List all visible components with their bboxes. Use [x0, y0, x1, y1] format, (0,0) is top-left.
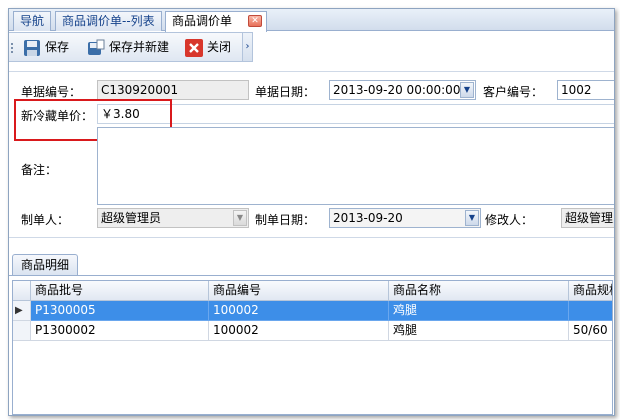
chevron-right-icon[interactable]: › — [242, 33, 252, 61]
cell-product-name[interactable]: 鸡腿 — [389, 321, 569, 341]
product-grid: 商品批号 商品编号 商品名称 商品规格 ▶ P1300005 100002 鸡腿… — [12, 280, 613, 415]
row-indicator-icon: ▶ — [13, 301, 31, 321]
save-new-icon — [88, 39, 105, 55]
grid-corner — [13, 281, 31, 301]
save-and-new-button[interactable]: 保存并新建 — [85, 36, 169, 60]
doc-no-label: 单据编号： — [21, 85, 82, 99]
doc-date-label: 单据日期： — [255, 85, 316, 99]
cell-product-name[interactable]: 鸡腿 — [389, 301, 569, 321]
chevron-down-icon[interactable]: ▼ — [465, 210, 479, 226]
table-row[interactable]: P1300002 100002 鸡腿 50/60 — [13, 321, 612, 341]
cell-batch-no[interactable]: P1300005 — [31, 301, 209, 321]
cell-product-spec[interactable]: 50/60 — [569, 321, 612, 341]
cell-product-no[interactable]: 100002 — [209, 301, 389, 321]
close-icon[interactable]: ✕ — [248, 15, 262, 27]
new-price-field[interactable]: ￥3.80 — [97, 104, 614, 124]
close-icon — [185, 39, 203, 57]
customer-no-label: 客户编号： — [483, 85, 544, 99]
tab-price-adjust-list[interactable]: 商品调价单--列表 — [55, 11, 162, 31]
creator-value: 超级管理员 — [101, 211, 162, 225]
doc-date-value: 2013-09-20 00:00:00 — [333, 83, 461, 97]
doc-date-field[interactable]: 2013-09-20 00:00:00 ▼ — [329, 80, 476, 100]
column-header-product-no[interactable]: 商品编号 — [209, 281, 389, 301]
column-header-product-spec[interactable]: 商品规格 — [569, 281, 612, 301]
row-header — [13, 321, 31, 341]
modifier-field: 超级管理员 — [561, 208, 614, 228]
cell-product-no[interactable]: 100002 — [209, 321, 389, 341]
form-divider — [9, 237, 614, 238]
table-row[interactable]: ▶ P1300005 100002 鸡腿 — [13, 301, 612, 321]
tab-navigation[interactable]: 导航 — [13, 11, 52, 31]
remark-field[interactable] — [97, 127, 614, 205]
create-date-label: 制单日期： — [255, 213, 316, 227]
tab-strip: 导航 商品调价单--列表 商品调价单 ✕ — [9, 9, 614, 32]
toolbar-divider — [9, 71, 614, 72]
tab-price-adjust-label: 商品调价单 — [172, 14, 233, 28]
save-button-label: 保存 — [45, 40, 70, 54]
tab-price-adjust[interactable]: 商品调价单 ✕ — [165, 11, 267, 32]
app-window: 导航 商品调价单--列表 商品调价单 ✕ 保存 保存并新建 关闭 › 单据编号：… — [8, 8, 615, 416]
tab-product-details[interactable]: 商品明细 — [12, 254, 79, 276]
column-header-batch-no[interactable]: 商品批号 — [31, 281, 209, 301]
grid-header-row: 商品批号 商品编号 商品名称 商品规格 — [13, 281, 612, 301]
creator-field: 超级管理员 ▼ — [97, 208, 249, 228]
floppy-disk-icon — [24, 40, 40, 56]
toolbar: 保存 保存并新建 关闭 › — [9, 32, 253, 62]
chevron-down-icon[interactable]: ▼ — [460, 82, 474, 98]
remark-label: 备注： — [21, 163, 58, 177]
creator-label: 制单人： — [21, 213, 70, 227]
doc-no-field: C130920001 — [97, 80, 249, 100]
toolbar-grip[interactable] — [11, 43, 14, 53]
customer-no-field[interactable]: 1002 — [557, 80, 614, 100]
chevron-down-icon: ▼ — [233, 210, 247, 226]
column-header-product-name[interactable]: 商品名称 — [389, 281, 569, 301]
cell-product-spec[interactable] — [569, 301, 612, 321]
cell-batch-no[interactable]: P1300002 — [31, 321, 209, 341]
save-button[interactable]: 保存 — [21, 36, 69, 60]
close-button-label: 关闭 — [207, 40, 232, 54]
modifier-label: 修改人： — [485, 213, 534, 227]
create-date-value: 2013-09-20 — [333, 211, 403, 225]
save-and-new-button-label: 保存并新建 — [109, 40, 170, 54]
create-date-field[interactable]: 2013-09-20 ▼ — [329, 208, 481, 228]
close-button[interactable]: 关闭 — [183, 36, 231, 60]
